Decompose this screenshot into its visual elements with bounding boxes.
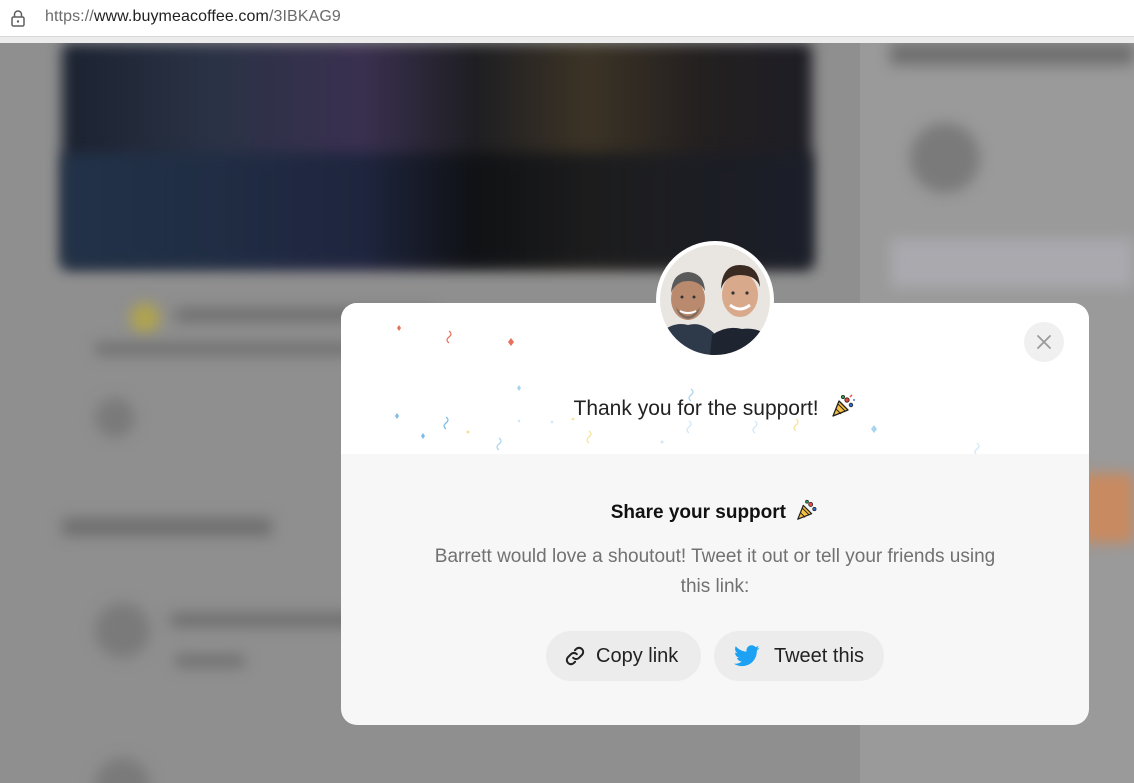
support-modal: Thank you for the support! Share your su…: [341, 303, 1089, 725]
background-sidebar-heading: [890, 43, 1134, 65]
copy-link-button[interactable]: Copy link: [546, 631, 701, 681]
party-popper-icon: [795, 498, 819, 528]
url-scheme: https://: [45, 8, 94, 25]
background-sidebar-box: [890, 238, 1134, 288]
background-text-line: [170, 613, 370, 627]
creator-avatar: [656, 241, 774, 359]
background-emoji: [130, 303, 160, 333]
background-avatar: [95, 603, 150, 658]
url-host: www.buymeacoffee.com: [93, 8, 269, 25]
url-path: /3IBKAG9: [268, 8, 341, 25]
background-icon: [95, 398, 135, 438]
lock-icon[interactable]: [9, 9, 27, 27]
url-field[interactable]: https://www.buymeacoffee.com/3IBKAG9: [45, 8, 341, 26]
browser-address-bar: https://www.buymeacoffee.com/3IBKAG9: [0, 0, 1134, 37]
twitter-bird-icon: [734, 645, 760, 667]
share-title-text: Share your support: [610, 502, 786, 524]
share-title: Share your support: [341, 498, 1089, 528]
copy-link-label: Copy link: [596, 644, 679, 667]
thank-you-text: Thank you for the support!: [573, 397, 819, 420]
party-popper-icon: [830, 393, 856, 425]
tweet-button[interactable]: Tweet this: [714, 631, 884, 681]
background-heading: [62, 518, 272, 536]
close-icon: [1037, 335, 1051, 349]
background-sidebar-avatar: [910, 123, 980, 193]
creator-photo: [660, 245, 770, 355]
thank-you-message: Thank you for the support!: [341, 393, 1089, 425]
share-description: Barrett would love a shoutout! Tweet it …: [434, 546, 996, 597]
background-text-line: [175, 655, 245, 667]
tweet-label: Tweet this: [774, 644, 865, 667]
close-button[interactable]: [1024, 322, 1064, 362]
link-icon: [564, 645, 586, 667]
